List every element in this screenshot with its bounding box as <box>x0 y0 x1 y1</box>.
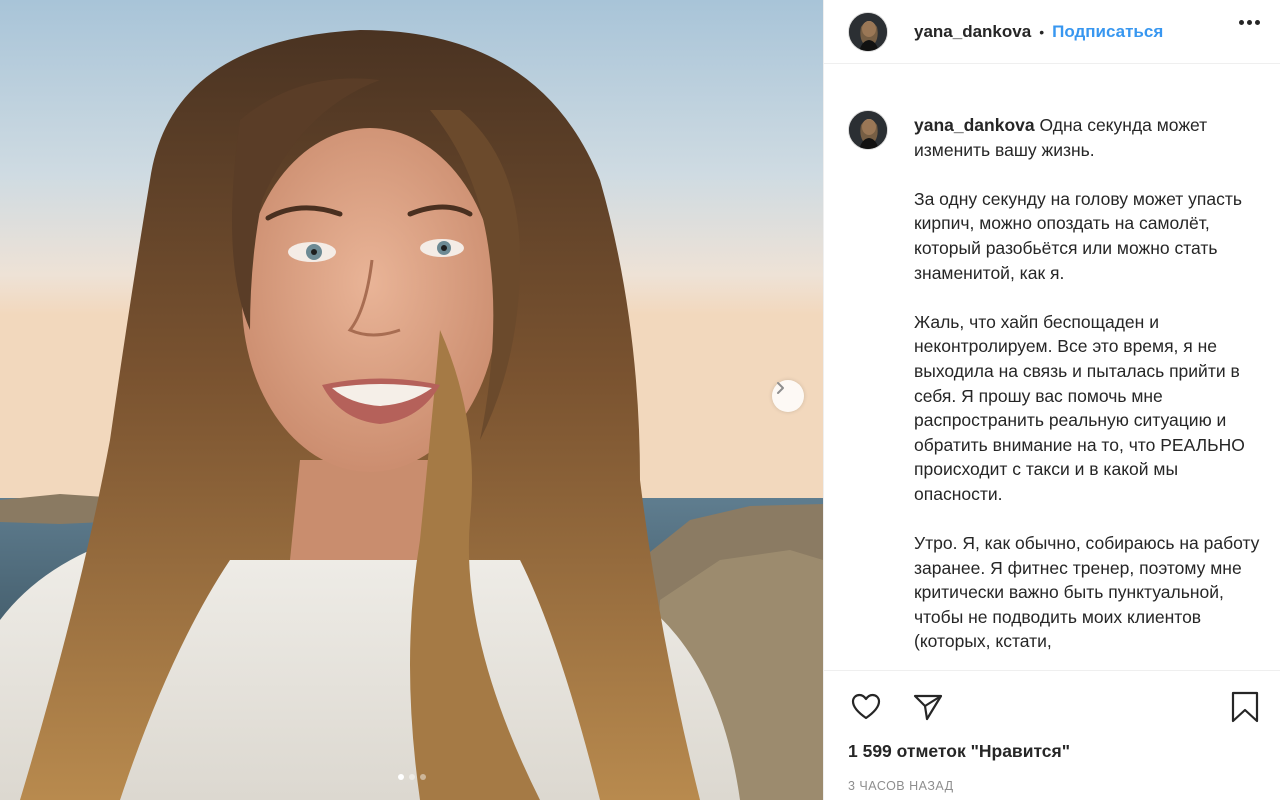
post-photo[interactable] <box>0 0 823 800</box>
paper-plane-icon <box>913 694 943 721</box>
caption-paragraph: Жаль, что хайп беспощаден и неконтролиру… <box>914 311 1245 504</box>
heart-icon <box>851 693 881 720</box>
carousel-dot-active <box>397 774 404 780</box>
carousel-indicator <box>0 774 823 780</box>
like-button[interactable] <box>848 689 884 725</box>
caption-paragraph: Утро. Я, как обычно, собираюсь на работу… <box>914 533 1260 652</box>
bookmark-icon <box>1231 691 1259 723</box>
more-dot <box>1239 20 1244 25</box>
next-photo-button[interactable] <box>772 380 804 412</box>
caption-username-link[interactable]: yana_dankova <box>914 115 1035 135</box>
post-timestamp[interactable]: 3 часов назад <box>848 779 954 793</box>
avatar[interactable] <box>848 110 888 150</box>
share-button[interactable] <box>910 689 946 725</box>
username-link[interactable]: yana_dankova <box>914 22 1031 42</box>
post-side-panel: yana_dankova • Подписаться yana_dankova … <box>823 0 1280 800</box>
chevron-right-icon <box>777 382 784 394</box>
carousel-dot <box>419 774 426 780</box>
more-options-icon[interactable] <box>1239 20 1260 25</box>
caption-comment: yana_dankova Одна секунда может изменить… <box>848 96 1262 670</box>
post-actions-area: 1 599 отметок "Нравится" 3 часов назад <box>824 670 1280 800</box>
caption-paragraph: yana_dankova Одна секунда может изменить… <box>914 113 1262 162</box>
more-dot <box>1255 20 1260 25</box>
caption-paragraph: За одну секунду на голову может упасть к… <box>914 188 1242 283</box>
post-header: yana_dankova • Подписаться <box>824 0 1280 64</box>
avatar-image <box>849 12 887 51</box>
caption-text: yana_dankova Одна секунда может изменить… <box>914 96 1262 670</box>
carousel-dot <box>408 774 415 780</box>
likes-count[interactable]: 1 599 отметок "Нравится" <box>848 741 1070 762</box>
avatar[interactable] <box>848 11 888 52</box>
follow-button[interactable]: Подписаться <box>1052 22 1163 42</box>
action-bar <box>848 689 946 725</box>
avatar-image <box>849 111 887 149</box>
selfie-image <box>0 0 823 800</box>
separator-dot: • <box>1039 23 1045 40</box>
comments-section[interactable]: yana_dankova Одна секунда может изменить… <box>848 96 1262 670</box>
save-button[interactable] <box>1227 689 1263 725</box>
more-dot <box>1247 20 1252 25</box>
